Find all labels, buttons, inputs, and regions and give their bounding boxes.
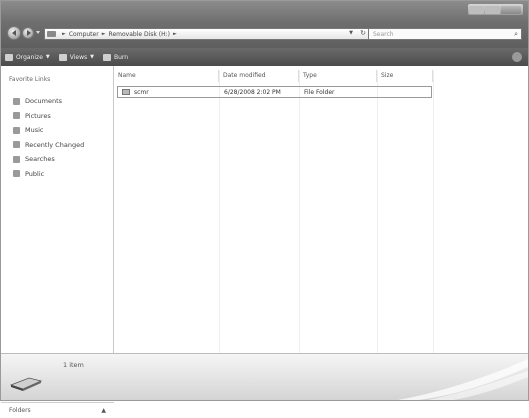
decorative-swoosh <box>398 359 528 400</box>
column-header-type[interactable]: Type <box>299 70 377 82</box>
search-input[interactable]: Search ⌕ <box>368 28 522 40</box>
sidebar-item-recently-changed[interactable]: Recently Changed <box>13 138 84 153</box>
chevron-down-icon: ▼ <box>45 54 50 60</box>
organize-button[interactable]: Organize ▼ <box>5 53 50 61</box>
refresh-icon[interactable]: ↻ <box>360 29 366 37</box>
favorite-links-list: Documents Pictures Music Recently Change… <box>13 94 84 181</box>
folder-icon <box>122 89 130 95</box>
chevron-up-icon: ▲ <box>101 407 106 414</box>
removable-drive-icon <box>9 377 43 391</box>
search-placeholder: Search <box>373 30 394 38</box>
help-icon[interactable] <box>512 52 522 62</box>
breadcrumb-removable-disk[interactable]: Removable Disk (H:) <box>109 31 170 38</box>
burn-button[interactable]: Burn <box>102 53 129 61</box>
sidebar-item-music[interactable]: Music <box>13 123 84 138</box>
search-icon[interactable]: ⌕ <box>514 30 518 39</box>
back-button[interactable] <box>7 26 21 40</box>
burn-label: Burn <box>113 53 129 61</box>
sidebar-item-label: Pictures <box>25 111 51 120</box>
sidebar-item-searches[interactable]: Searches <box>13 152 84 167</box>
music-icon <box>13 126 20 134</box>
chevron-right-icon[interactable]: ► <box>173 31 177 37</box>
column-divider <box>299 70 300 353</box>
chevron-right-icon[interactable]: ► <box>102 31 106 37</box>
command-toolbar: Organize ▼ Views ▼ Burn <box>1 48 528 66</box>
file-list: Name Date modified Type Size scmr 6/28/2… <box>114 66 528 353</box>
recently-changed-icon <box>13 141 20 149</box>
public-icon <box>13 170 20 178</box>
address-bar[interactable]: ► Computer ► Removable Disk (H:) ► ▼ ↻ <box>44 28 370 40</box>
column-header-size[interactable]: Size <box>377 70 433 82</box>
folders-toggle[interactable]: Folders ▲ <box>1 402 114 418</box>
searches-icon <box>13 155 20 163</box>
title-bar: ► Computer ► Removable Disk (H:) ► ▼ ↻ S… <box>1 1 528 48</box>
views-icon <box>58 53 67 61</box>
window-controls <box>468 4 523 15</box>
views-button[interactable]: Views ▼ <box>58 53 94 61</box>
item-count: 1 item <box>63 361 84 369</box>
sidebar-item-documents[interactable]: Documents <box>13 94 84 109</box>
column-divider <box>377 70 378 353</box>
folders-label: Folders <box>9 407 31 414</box>
favorite-links-heading: Favorite Links <box>9 76 51 83</box>
sidebar-item-label: Music <box>25 126 44 135</box>
close-button[interactable] <box>501 5 521 14</box>
minimize-button[interactable] <box>469 5 484 14</box>
explorer-window: ► Computer ► Removable Disk (H:) ► ▼ ↻ S… <box>0 0 529 418</box>
breadcrumb-computer[interactable]: Computer <box>69 31 99 38</box>
documents-icon <box>13 97 20 105</box>
pictures-icon <box>13 112 20 120</box>
recent-pages-icon[interactable] <box>36 31 40 34</box>
sidebar-item-public[interactable]: Public <box>13 167 84 182</box>
details-pane: 1 item <box>1 353 528 400</box>
navigation-pane: Favorite Links Documents Pictures Music … <box>1 66 114 418</box>
sidebar-item-pictures[interactable]: Pictures <box>13 109 84 124</box>
column-headers: Name Date modified Type Size <box>114 70 528 82</box>
file-name: scmr <box>134 88 149 96</box>
organize-label: Organize <box>16 53 43 61</box>
sidebar-item-label: Public <box>25 169 45 178</box>
sidebar-item-label: Documents <box>25 97 63 106</box>
sidebar-item-label: Searches <box>25 155 55 164</box>
address-dropdown-icon[interactable]: ▼ <box>349 30 353 36</box>
row-name-cell: scmr <box>118 89 220 96</box>
maximize-button[interactable] <box>485 5 500 14</box>
chevron-right-icon[interactable]: ► <box>62 31 66 37</box>
table-row[interactable]: scmr 6/28/2008 2:02 PM File Folder <box>117 86 432 98</box>
organize-icon <box>5 53 13 61</box>
file-type: File Folder <box>304 88 335 96</box>
computer-icon <box>47 31 56 37</box>
sidebar-item-label: Recently Changed <box>25 140 85 149</box>
chevron-down-icon: ▼ <box>90 54 94 60</box>
file-date-modified: 6/28/2008 2:02 PM <box>224 88 281 96</box>
column-header-name[interactable]: Name <box>114 70 219 82</box>
column-divider <box>219 70 220 353</box>
views-label: Views <box>69 53 88 61</box>
column-divider <box>433 70 434 353</box>
column-header-date-modified[interactable]: Date modified <box>219 70 299 82</box>
forward-button[interactable] <box>22 27 34 39</box>
burn-icon <box>102 53 111 61</box>
